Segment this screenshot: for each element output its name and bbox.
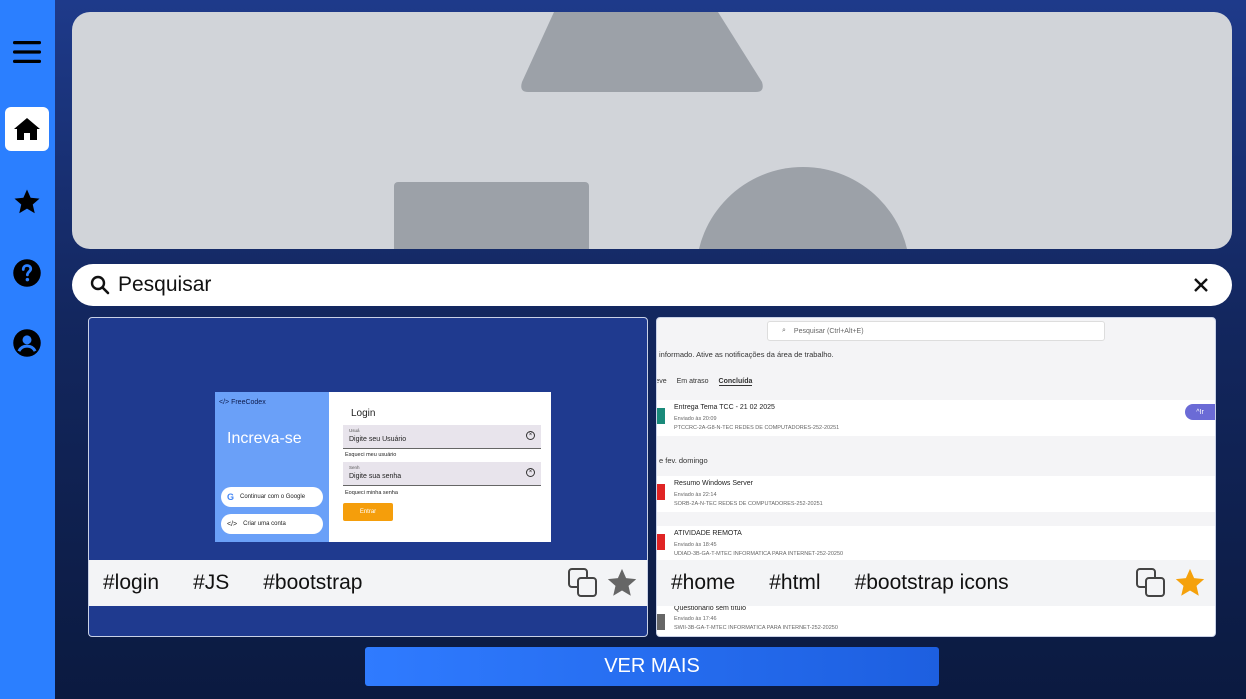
preview-forgot-pass: Eoqueci minha senha xyxy=(345,490,398,496)
preview-forgot-user: Esqueci meu usuário xyxy=(345,452,397,458)
preview-enter-button: Entrar xyxy=(343,503,393,521)
favorite-star-icon[interactable] xyxy=(605,566,639,600)
item-class: SORB-2A-N-TEC REDES DE COMPUTADORES-252-… xyxy=(674,501,823,507)
clear-search-icon[interactable] xyxy=(1190,274,1212,296)
user-icon xyxy=(13,329,41,357)
preview-brand: </> FreeCodex xyxy=(219,399,266,406)
search-input[interactable] xyxy=(118,264,1190,306)
preview-search-text: Pesquisar (Ctrl+Alt+E) xyxy=(793,327,864,335)
clear-icon: × xyxy=(526,468,535,477)
preview-list-item: ATIVIDADE REMOTA Enviado às 18:45 UDIAD-… xyxy=(657,526,1215,562)
preview-search: ⌕ Pesquisar (Ctrl+Alt+E) xyxy=(767,321,1105,341)
preview-list-item: Resumo Windows Server Enviado às 22:14 S… xyxy=(657,476,1215,512)
preview-pass-field: Senh Digite sua senha × xyxy=(343,462,541,486)
item-title: Entrega Tema TCC - 21 02 2025 xyxy=(674,404,775,411)
preview-ir-button: ^ Ir xyxy=(1185,404,1215,420)
google-icon: G xyxy=(227,492,235,502)
preview-list-item: Entrega Tema TCC - 21 02 2025 Enviado às… xyxy=(657,400,1215,436)
item-class: UDIAD-3B-GA-T-MTEC INFORMATICA PARA INTE… xyxy=(674,551,844,557)
home-icon xyxy=(14,118,40,140)
preview-tab: Concluída xyxy=(718,378,753,386)
preview-google-button: G Continuar com o Google xyxy=(221,487,323,507)
preview-tabs: reve Em atraso Concluída xyxy=(657,378,753,386)
sidebar xyxy=(0,0,55,699)
file-icon xyxy=(657,484,665,500)
favorite-star-icon[interactable] xyxy=(1173,566,1207,600)
preview-user-label: Usuá xyxy=(349,428,360,433)
preview-pass-value: Digite sua senha xyxy=(349,473,402,480)
search-icon: ⌕ xyxy=(782,327,786,334)
item-class: SWII-3B-GA-T-MTEC INFORMATICA PARA INTER… xyxy=(674,625,838,631)
item-title: Questionário sem título xyxy=(674,605,746,612)
preview-tab: Em atraso xyxy=(676,378,709,385)
file-icon xyxy=(657,614,665,630)
preview-pass-label: Senh xyxy=(349,465,360,470)
tag[interactable]: #bootstrap xyxy=(263,571,362,595)
preview-left-panel: </> FreeCodex Increva-se G Continuar com… xyxy=(215,392,329,542)
sidebar-item-home[interactable] xyxy=(5,107,49,151)
banner-image-placeholder xyxy=(72,12,1232,249)
preview-user-value: Digite seu Usuário xyxy=(349,436,407,443)
item-title: ATIVIDADE REMOTA xyxy=(674,530,742,537)
preview-side-title: Increva-se xyxy=(227,430,302,447)
preview-list-item: Questionário sem título Enviado às 17:46… xyxy=(657,605,1215,636)
star-icon xyxy=(14,189,40,214)
file-icon xyxy=(657,534,665,550)
item-class: PTCCRC-2A-G8-N-TEC REDES DE COMPUTADORES… xyxy=(674,425,840,431)
item-title: Resumo Windows Server xyxy=(674,480,753,487)
login-preview-image: </> FreeCodex Increva-se G Continuar com… xyxy=(215,392,551,542)
card-tag-bar: #home #html #bootstrap icons xyxy=(657,560,1215,606)
preview-google-label: Continuar com o Google xyxy=(240,494,306,500)
tag[interactable]: #JS xyxy=(193,571,229,595)
sidebar-item-help[interactable] xyxy=(5,251,49,295)
copy-icon[interactable] xyxy=(567,567,599,599)
tag[interactable]: #bootstrap icons xyxy=(855,571,1009,595)
copy-icon[interactable] xyxy=(1135,567,1167,599)
placeholder-shapes-icon xyxy=(394,12,908,249)
sidebar-item-favorites[interactable] xyxy=(5,180,49,224)
search-bar xyxy=(72,264,1232,306)
preview-create-label: Criar uma conta xyxy=(243,521,286,527)
preview-ir-label: Ir xyxy=(1199,408,1204,416)
project-card-login[interactable]: </> FreeCodex Increva-se G Continuar com… xyxy=(88,317,648,637)
preview-create-button: </> Criar uma conta xyxy=(221,514,323,534)
preview-day-heading: e fev. domingo xyxy=(659,456,708,465)
item-sent: Enviado às 20:09 xyxy=(674,416,717,422)
preview-tab: reve xyxy=(657,378,667,385)
item-sent: Enviado às 17:46 xyxy=(674,616,717,622)
menu-button[interactable] xyxy=(5,30,49,74)
preview-login-title: Login xyxy=(351,408,376,419)
item-sent: Enviado às 22:14 xyxy=(674,492,717,498)
clear-icon: × xyxy=(526,431,535,440)
help-icon xyxy=(13,259,41,287)
preview-user-field: Usuá Digite seu Usuário × xyxy=(343,425,541,449)
ver-mais-button[interactable]: VER MAIS xyxy=(365,647,939,686)
tag[interactable]: #html xyxy=(769,571,820,595)
tag[interactable]: #home xyxy=(671,571,735,595)
search-icon xyxy=(90,275,110,295)
card-tag-bar: #login #JS #bootstrap xyxy=(89,560,647,606)
code-icon: </> xyxy=(227,520,238,528)
file-icon xyxy=(657,408,665,424)
project-card-home[interactable]: ⌕ Pesquisar (Ctrl+Alt+E) informado. Ativ… xyxy=(656,317,1216,637)
tag[interactable]: #login xyxy=(103,571,159,595)
item-sent: Enviado às 18:45 xyxy=(674,542,717,548)
sidebar-item-account[interactable] xyxy=(5,321,49,365)
preview-notice: informado. Ative as notificações da área… xyxy=(659,350,834,359)
hamburger-menu-icon xyxy=(13,41,41,63)
preview-right-panel: Login Usuá Digite seu Usuário × Esqueci … xyxy=(329,392,551,542)
